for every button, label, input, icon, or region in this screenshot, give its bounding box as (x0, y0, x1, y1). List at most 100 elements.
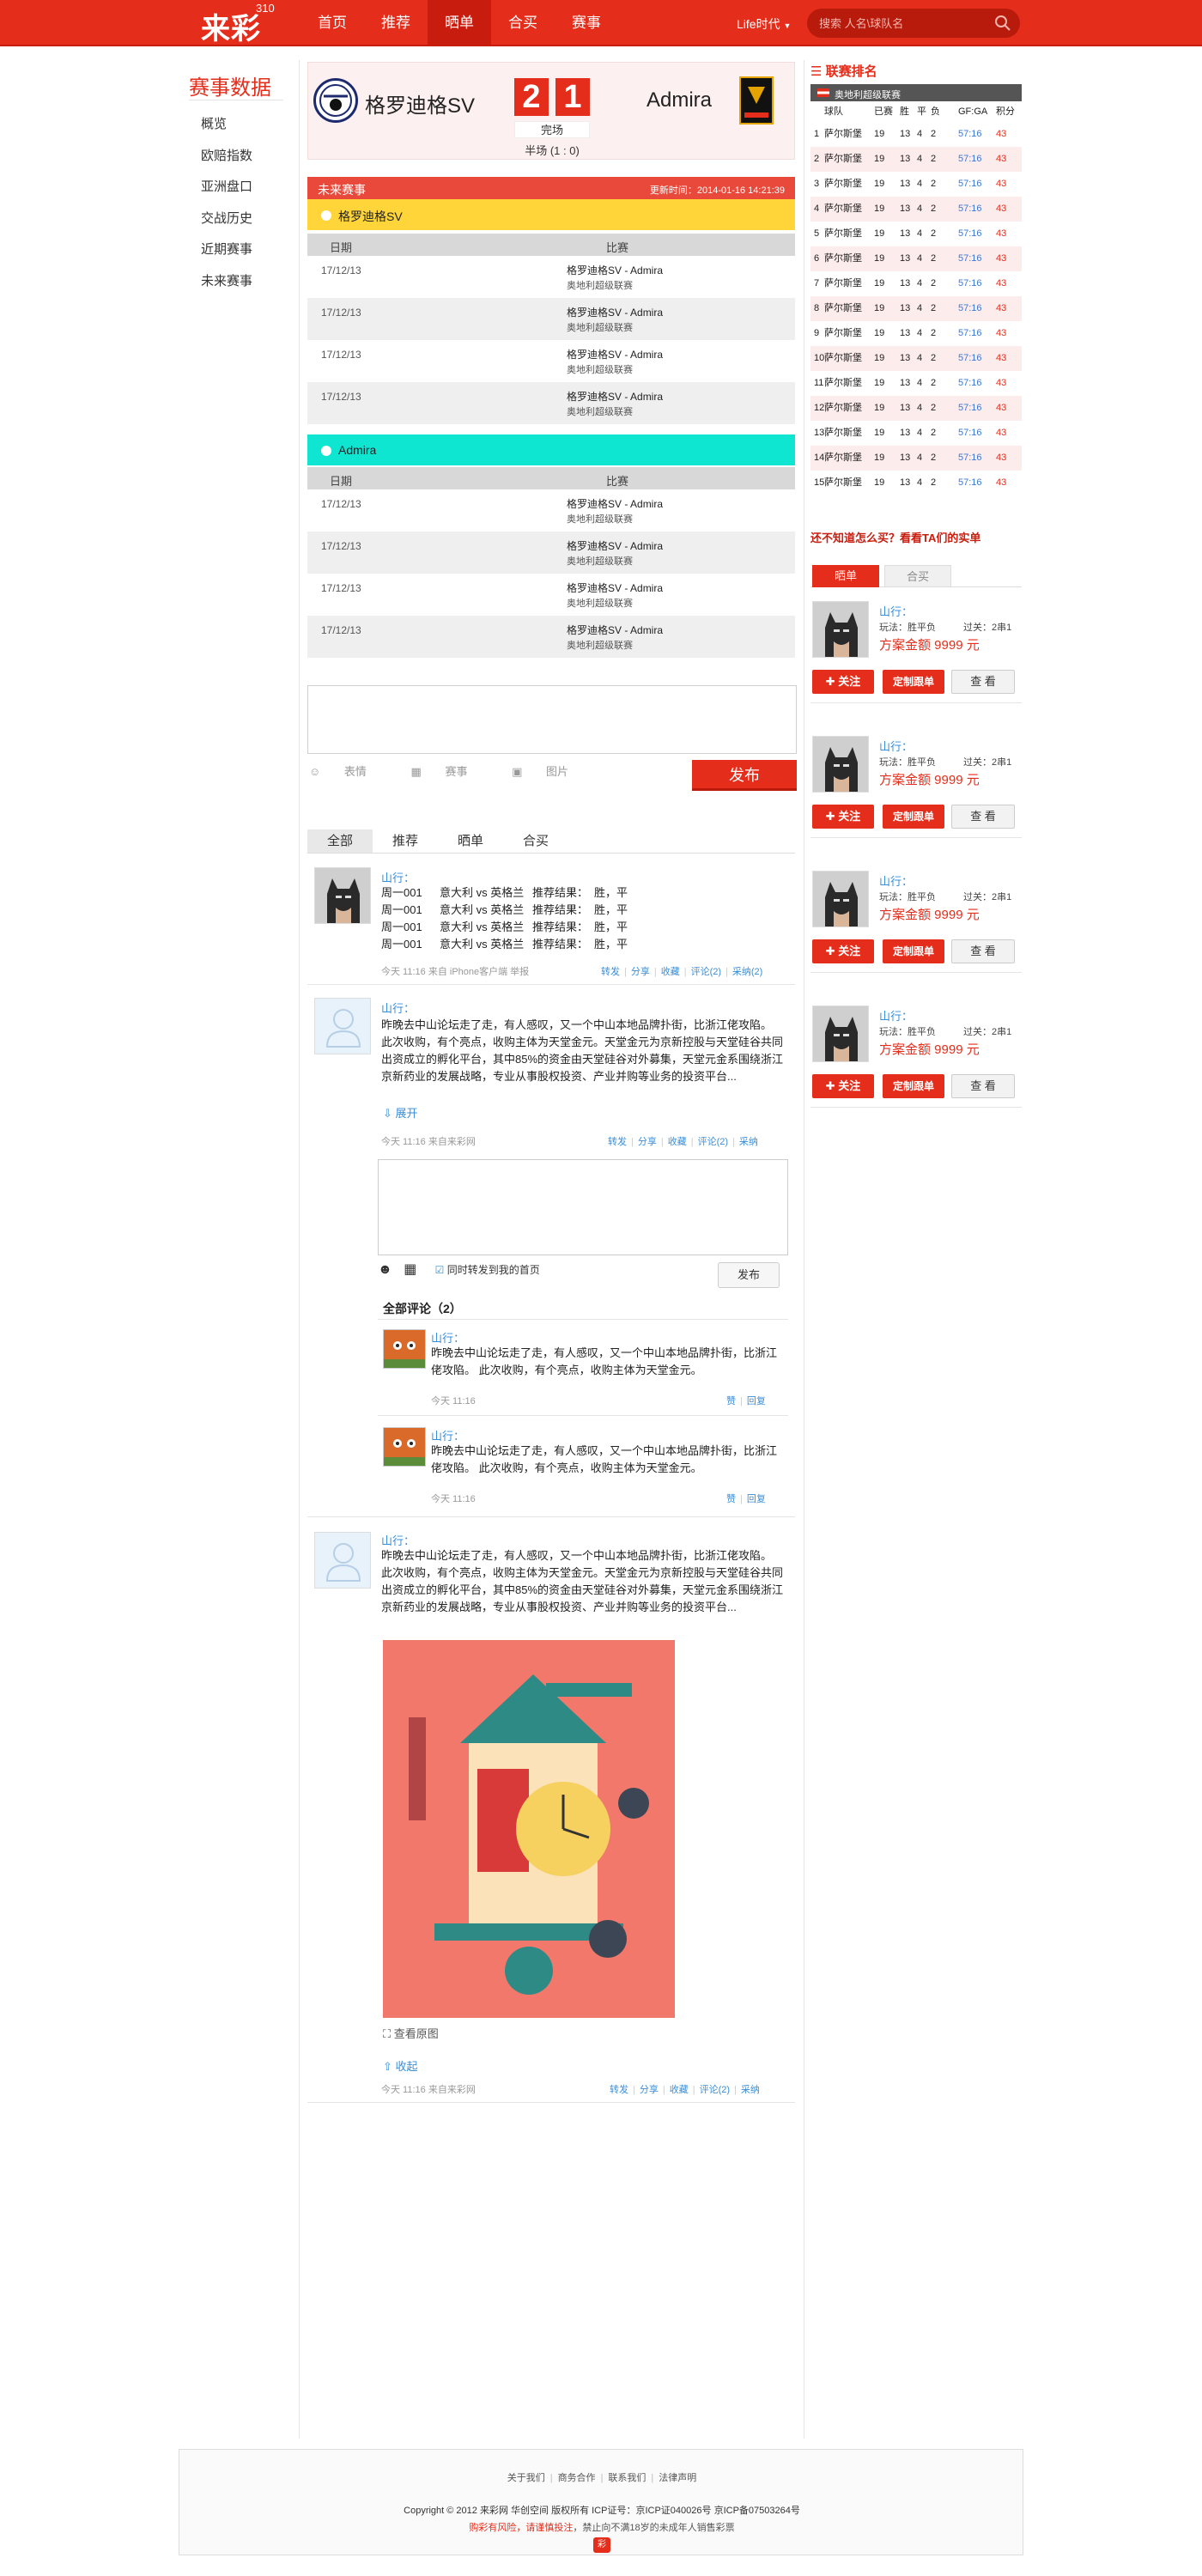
home-team-name[interactable]: 格罗迪格SV (365, 88, 475, 118)
nav-recommend[interactable]: 推荐 (364, 0, 428, 46)
favorite-link[interactable]: 收藏 (661, 967, 680, 977)
smiley-icon[interactable]: ☻ (378, 1262, 392, 1277)
favorite-link[interactable]: 收藏 (670, 2085, 689, 2095)
standings-row[interactable]: 10 萨尔斯堡 19 13 4 2 57:16 43 (810, 346, 1022, 371)
fixture-row[interactable]: 17/12/13 格罗迪格SV - Admira 奥地利超级联赛 (307, 298, 795, 340)
bet-username[interactable]: 山行： (879, 603, 913, 619)
fixture-row[interactable]: 17/12/13 格罗迪格SV - Admira 奥地利超级联赛 (307, 256, 795, 298)
calendar-icon[interactable]: ▦ (404, 1262, 416, 1277)
sidebar-item-head-to-head[interactable]: 交战历史 (201, 208, 252, 240)
like-link[interactable]: 赞 (726, 1494, 736, 1504)
repost-link[interactable]: 转发 (610, 2085, 628, 2095)
tab-recommend[interactable]: 推荐 (373, 829, 438, 853)
sidebar-item-future-matches[interactable]: 未来赛事 (201, 270, 252, 302)
image-tool[interactable]: ▣ 图片 (512, 765, 589, 778)
post-composer-input[interactable] (307, 685, 797, 754)
nav-joint-buy[interactable]: 合买 (491, 0, 555, 46)
comment-username[interactable]: 山行： (431, 1427, 464, 1443)
fixture-row[interactable]: 17/12/13 格罗迪格SV - Admira 奥地利超级联赛 (307, 574, 795, 616)
repost-link[interactable]: 转发 (608, 1137, 627, 1147)
adopt-link[interactable]: 采纳(2) (732, 967, 762, 977)
sidebar-item-overview[interactable]: 概览 (201, 113, 252, 145)
sidebar-item-recent-matches[interactable]: 近期赛事 (201, 239, 252, 270)
fixture-row[interactable]: 17/12/13 格罗迪格SV - Admira 奥地利超级联赛 (307, 489, 795, 532)
tab-joint-buy[interactable]: 合买 (503, 829, 568, 853)
post-username[interactable]: 山行： (381, 869, 415, 885)
custom-follow-button[interactable]: 定制跟单 (883, 670, 944, 694)
standings-row[interactable]: 6 萨尔斯堡 19 13 4 2 57:16 43 (810, 246, 1022, 271)
repost-checkbox[interactable]: ☑ (435, 1264, 445, 1276)
fixture-row[interactable]: 17/12/13 格罗迪格SV - Admira 奥地利超级联赛 (307, 340, 795, 382)
view-button[interactable]: 查 看 (951, 1074, 1015, 1098)
tab-all[interactable]: 全部 (307, 829, 373, 853)
custom-follow-button[interactable]: 定制跟单 (883, 1074, 944, 1098)
standings-row[interactable]: 2 萨尔斯堡 19 13 4 2 57:16 43 (810, 147, 1022, 172)
standings-row[interactable]: 11 萨尔斯堡 19 13 4 2 57:16 43 (810, 371, 1022, 396)
emoji-tool[interactable]: ☺ 表情 (309, 765, 387, 778)
away-team-name[interactable]: Admira (647, 88, 712, 112)
tab-showcase-bets[interactable]: 晒单 (812, 565, 879, 587)
avatar[interactable] (812, 871, 869, 927)
life-dropdown[interactable]: Life时代 ▼ (737, 15, 791, 33)
standings-row[interactable]: 1 萨尔斯堡 19 13 4 2 57:16 43 (810, 122, 1022, 147)
reply-link[interactable]: 回复 (747, 1396, 766, 1406)
bet-username[interactable]: 山行： (879, 1007, 913, 1024)
standings-row[interactable]: 12 萨尔斯堡 19 13 4 2 57:16 43 (810, 396, 1022, 421)
fixture-row[interactable]: 17/12/13 格罗迪格SV - Admira 奥地利超级联赛 (307, 532, 795, 574)
standings-row[interactable]: 4 萨尔斯堡 19 13 4 2 57:16 43 (810, 197, 1022, 222)
search-input[interactable] (819, 9, 982, 38)
site-logo[interactable]: 来彩 (201, 5, 261, 47)
follow-button[interactable]: ✚ 关注 (812, 670, 874, 694)
sidebar-item-asian-handicap[interactable]: 亚洲盘口 (201, 176, 252, 208)
standings-row[interactable]: 14 萨尔斯堡 19 13 4 2 57:16 43 (810, 446, 1022, 471)
custom-follow-button[interactable]: 定制跟单 (883, 939, 944, 963)
comment-link[interactable]: 评论(2) (700, 2085, 730, 2095)
league-selector[interactable]: 奥地利超级联赛 (810, 84, 1022, 101)
post-username[interactable]: 山行： (381, 999, 415, 1016)
avatar[interactable] (314, 1532, 371, 1589)
standings-row[interactable]: 8 萨尔斯堡 19 13 4 2 57:16 43 (810, 296, 1022, 321)
expand-link[interactable]: ⇩ 展开 (383, 1104, 418, 1121)
collapse-link[interactable]: ⇧ 收起 (383, 2057, 418, 2074)
post-image[interactable] (383, 1640, 675, 2018)
standings-row[interactable]: 3 萨尔斯堡 19 13 4 2 57:16 43 (810, 172, 1022, 197)
nav-showcase[interactable]: 晒单 (428, 0, 491, 46)
footer-link-contact[interactable]: 联系我们 (608, 2473, 646, 2483)
footer-link-business[interactable]: 商务合作 (558, 2473, 596, 2483)
standings-row[interactable]: 15 萨尔斯堡 19 13 4 2 57:16 43 (810, 471, 1022, 495)
reply-input[interactable] (378, 1159, 788, 1255)
avatar[interactable] (812, 736, 869, 793)
comment-avatar[interactable] (383, 1329, 426, 1369)
reply-link[interactable]: 回复 (747, 1494, 766, 1504)
footer-link-about[interactable]: 关于我们 (507, 2473, 545, 2483)
standings-row[interactable]: 9 萨尔斯堡 19 13 4 2 57:16 43 (810, 321, 1022, 346)
post-button[interactable]: 发布 (692, 760, 797, 791)
view-button[interactable]: 查 看 (951, 805, 1015, 829)
view-button[interactable]: 查 看 (951, 670, 1015, 694)
standings-row[interactable]: 13 萨尔斯堡 19 13 4 2 57:16 43 (810, 421, 1022, 446)
avatar[interactable] (314, 998, 371, 1054)
share-link[interactable]: 分享 (640, 2085, 659, 2095)
adopt-link[interactable]: 采纳 (739, 1137, 758, 1147)
fixture-row[interactable]: 17/12/13 格罗迪格SV - Admira 奥地利超级联赛 (307, 382, 795, 424)
follow-button[interactable]: ✚ 关注 (812, 805, 874, 829)
follow-button[interactable]: ✚ 关注 (812, 1074, 874, 1098)
comment-link[interactable]: 评论(2) (698, 1137, 728, 1147)
adopt-link[interactable]: 采纳 (741, 2085, 760, 2095)
view-original-link[interactable]: ⛶ 查看原图 (383, 2025, 439, 2041)
follow-button[interactable]: ✚ 关注 (812, 939, 874, 963)
match-tool[interactable]: ▦ 赛事 (411, 765, 489, 778)
avatar[interactable] (812, 601, 869, 658)
favorite-link[interactable]: 收藏 (668, 1137, 687, 1147)
standings-row[interactable]: 7 萨尔斯堡 19 13 4 2 57:16 43 (810, 271, 1022, 296)
avatar[interactable] (314, 867, 371, 924)
comment-link[interactable]: 评论(2) (691, 967, 721, 977)
avatar[interactable] (812, 1005, 869, 1062)
comment-avatar[interactable] (383, 1427, 426, 1467)
share-link[interactable]: 分享 (638, 1137, 657, 1147)
nav-matches[interactable]: 赛事 (555, 0, 618, 46)
view-button[interactable]: 查 看 (951, 939, 1015, 963)
share-link[interactable]: 分享 (631, 967, 650, 977)
custom-follow-button[interactable]: 定制跟单 (883, 805, 944, 829)
comment-username[interactable]: 山行： (431, 1329, 464, 1346)
